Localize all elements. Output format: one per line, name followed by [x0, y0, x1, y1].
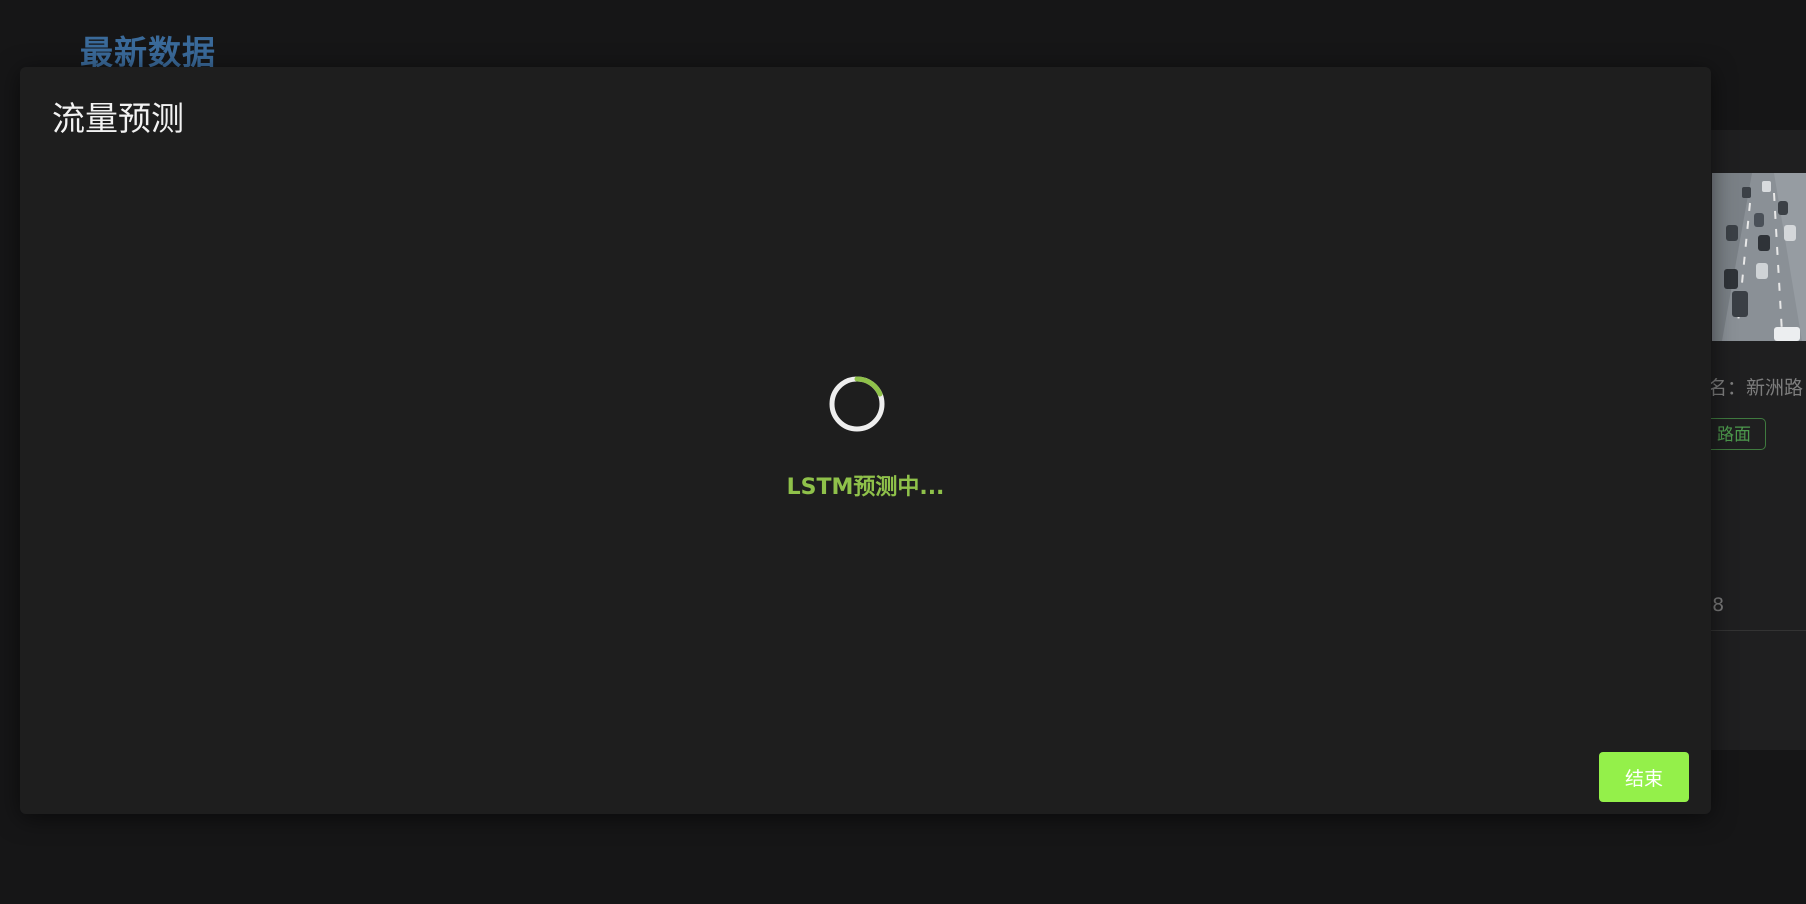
- road-name-label: 名：新洲路: [1708, 377, 1804, 399]
- page: 最新数据 名：新洲路 路面 8 78 流量预测: [0, 0, 1806, 904]
- loading-spinner-icon: [829, 376, 885, 432]
- loading-status-text: LSTM预测中...: [786, 475, 945, 500]
- modal-title: 流量预测: [52, 99, 184, 138]
- end-button[interactable]: 结束: [1599, 752, 1689, 802]
- traffic-camera-thumbnail[interactable]: [1712, 173, 1806, 341]
- traffic-prediction-modal: 流量预测 LSTM预测中... 结束: [20, 67, 1711, 814]
- card-divider: [1700, 630, 1806, 631]
